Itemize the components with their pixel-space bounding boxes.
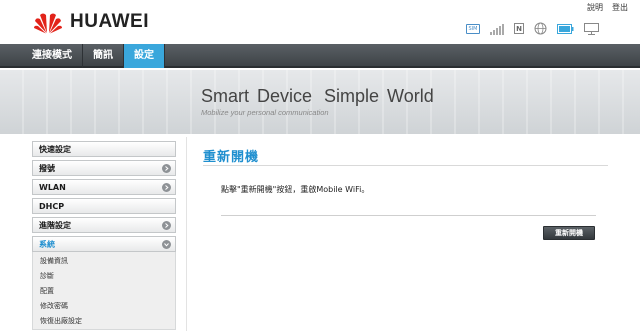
nav-settings[interactable]: 設定	[124, 44, 165, 68]
logout-link[interactable]: 登出	[612, 2, 628, 13]
sidebar-item-wlan[interactable]: WLAN	[32, 179, 176, 195]
header: HUAWEI 說明 登出 SIM N	[0, 0, 640, 44]
top-links: 說明 登出	[587, 2, 628, 13]
nav-connection-mode[interactable]: 連接模式	[22, 44, 83, 68]
nav-sms[interactable]: 簡訊	[83, 44, 124, 68]
chevron-down-icon	[162, 239, 171, 249]
sidebar: 快速設定 撥號 WLAN DHCP 進階設定 系統 設備資訊 診斷 配置 修改密…	[32, 141, 176, 330]
status-icons: SIM N	[466, 22, 599, 35]
chevron-right-icon	[162, 182, 171, 192]
chevron-right-icon	[162, 163, 171, 173]
help-link[interactable]: 說明	[587, 2, 603, 13]
main-content: 重新開機 點擊"重新開機"按鈕，重啟Mobile WiFi。 重新開機	[186, 137, 640, 331]
sidebar-item-quick-setup[interactable]: 快速設定	[32, 141, 176, 157]
sidebar-item-dhcp[interactable]: DHCP	[32, 198, 176, 214]
sidebar-subitem-configuration[interactable]: 配置	[33, 284, 175, 299]
reboot-button[interactable]: 重新開機	[543, 226, 595, 240]
chevron-right-icon	[162, 220, 171, 230]
sim-icon: SIM	[466, 23, 480, 34]
sidebar-subitem-factory-reset[interactable]: 恢復出廠設定	[33, 314, 175, 329]
signal-icon	[490, 23, 504, 35]
brand-name: HUAWEI	[70, 11, 149, 32]
banner-title: Smart Device Simple World	[201, 86, 434, 106]
banner: Smart Device Simple World Mobilize your p…	[0, 70, 640, 134]
reboot-description: 點擊"重新開機"按鈕，重啟Mobile WiFi。	[221, 185, 370, 194]
n-icon: N	[514, 23, 524, 34]
globe-icon	[534, 22, 547, 35]
title-divider	[203, 165, 608, 166]
sidebar-subitem-change-password[interactable]: 修改密碼	[33, 299, 175, 314]
sidebar-subitem-diagnostics[interactable]: 診斷	[33, 269, 175, 284]
system-submenu: 設備資訊 診斷 配置 修改密碼 恢復出廠設定	[32, 252, 176, 330]
battery-icon	[557, 23, 574, 34]
huawei-logo: HUAWEI	[34, 9, 149, 35]
banner-subtitle: Mobilize your personal communication	[201, 108, 329, 117]
network-icon	[584, 22, 599, 35]
main-nav: 連接模式 簡訊 設定	[0, 44, 640, 68]
sidebar-item-system[interactable]: 系統	[32, 236, 176, 252]
huawei-flower-icon	[34, 13, 62, 34]
sidebar-item-dialup[interactable]: 撥號	[32, 160, 176, 176]
content-divider	[221, 215, 596, 216]
page-title: 重新開機	[203, 150, 260, 165]
sidebar-item-advanced[interactable]: 進階設定	[32, 217, 176, 233]
sidebar-subitem-device-info[interactable]: 設備資訊	[33, 254, 175, 269]
